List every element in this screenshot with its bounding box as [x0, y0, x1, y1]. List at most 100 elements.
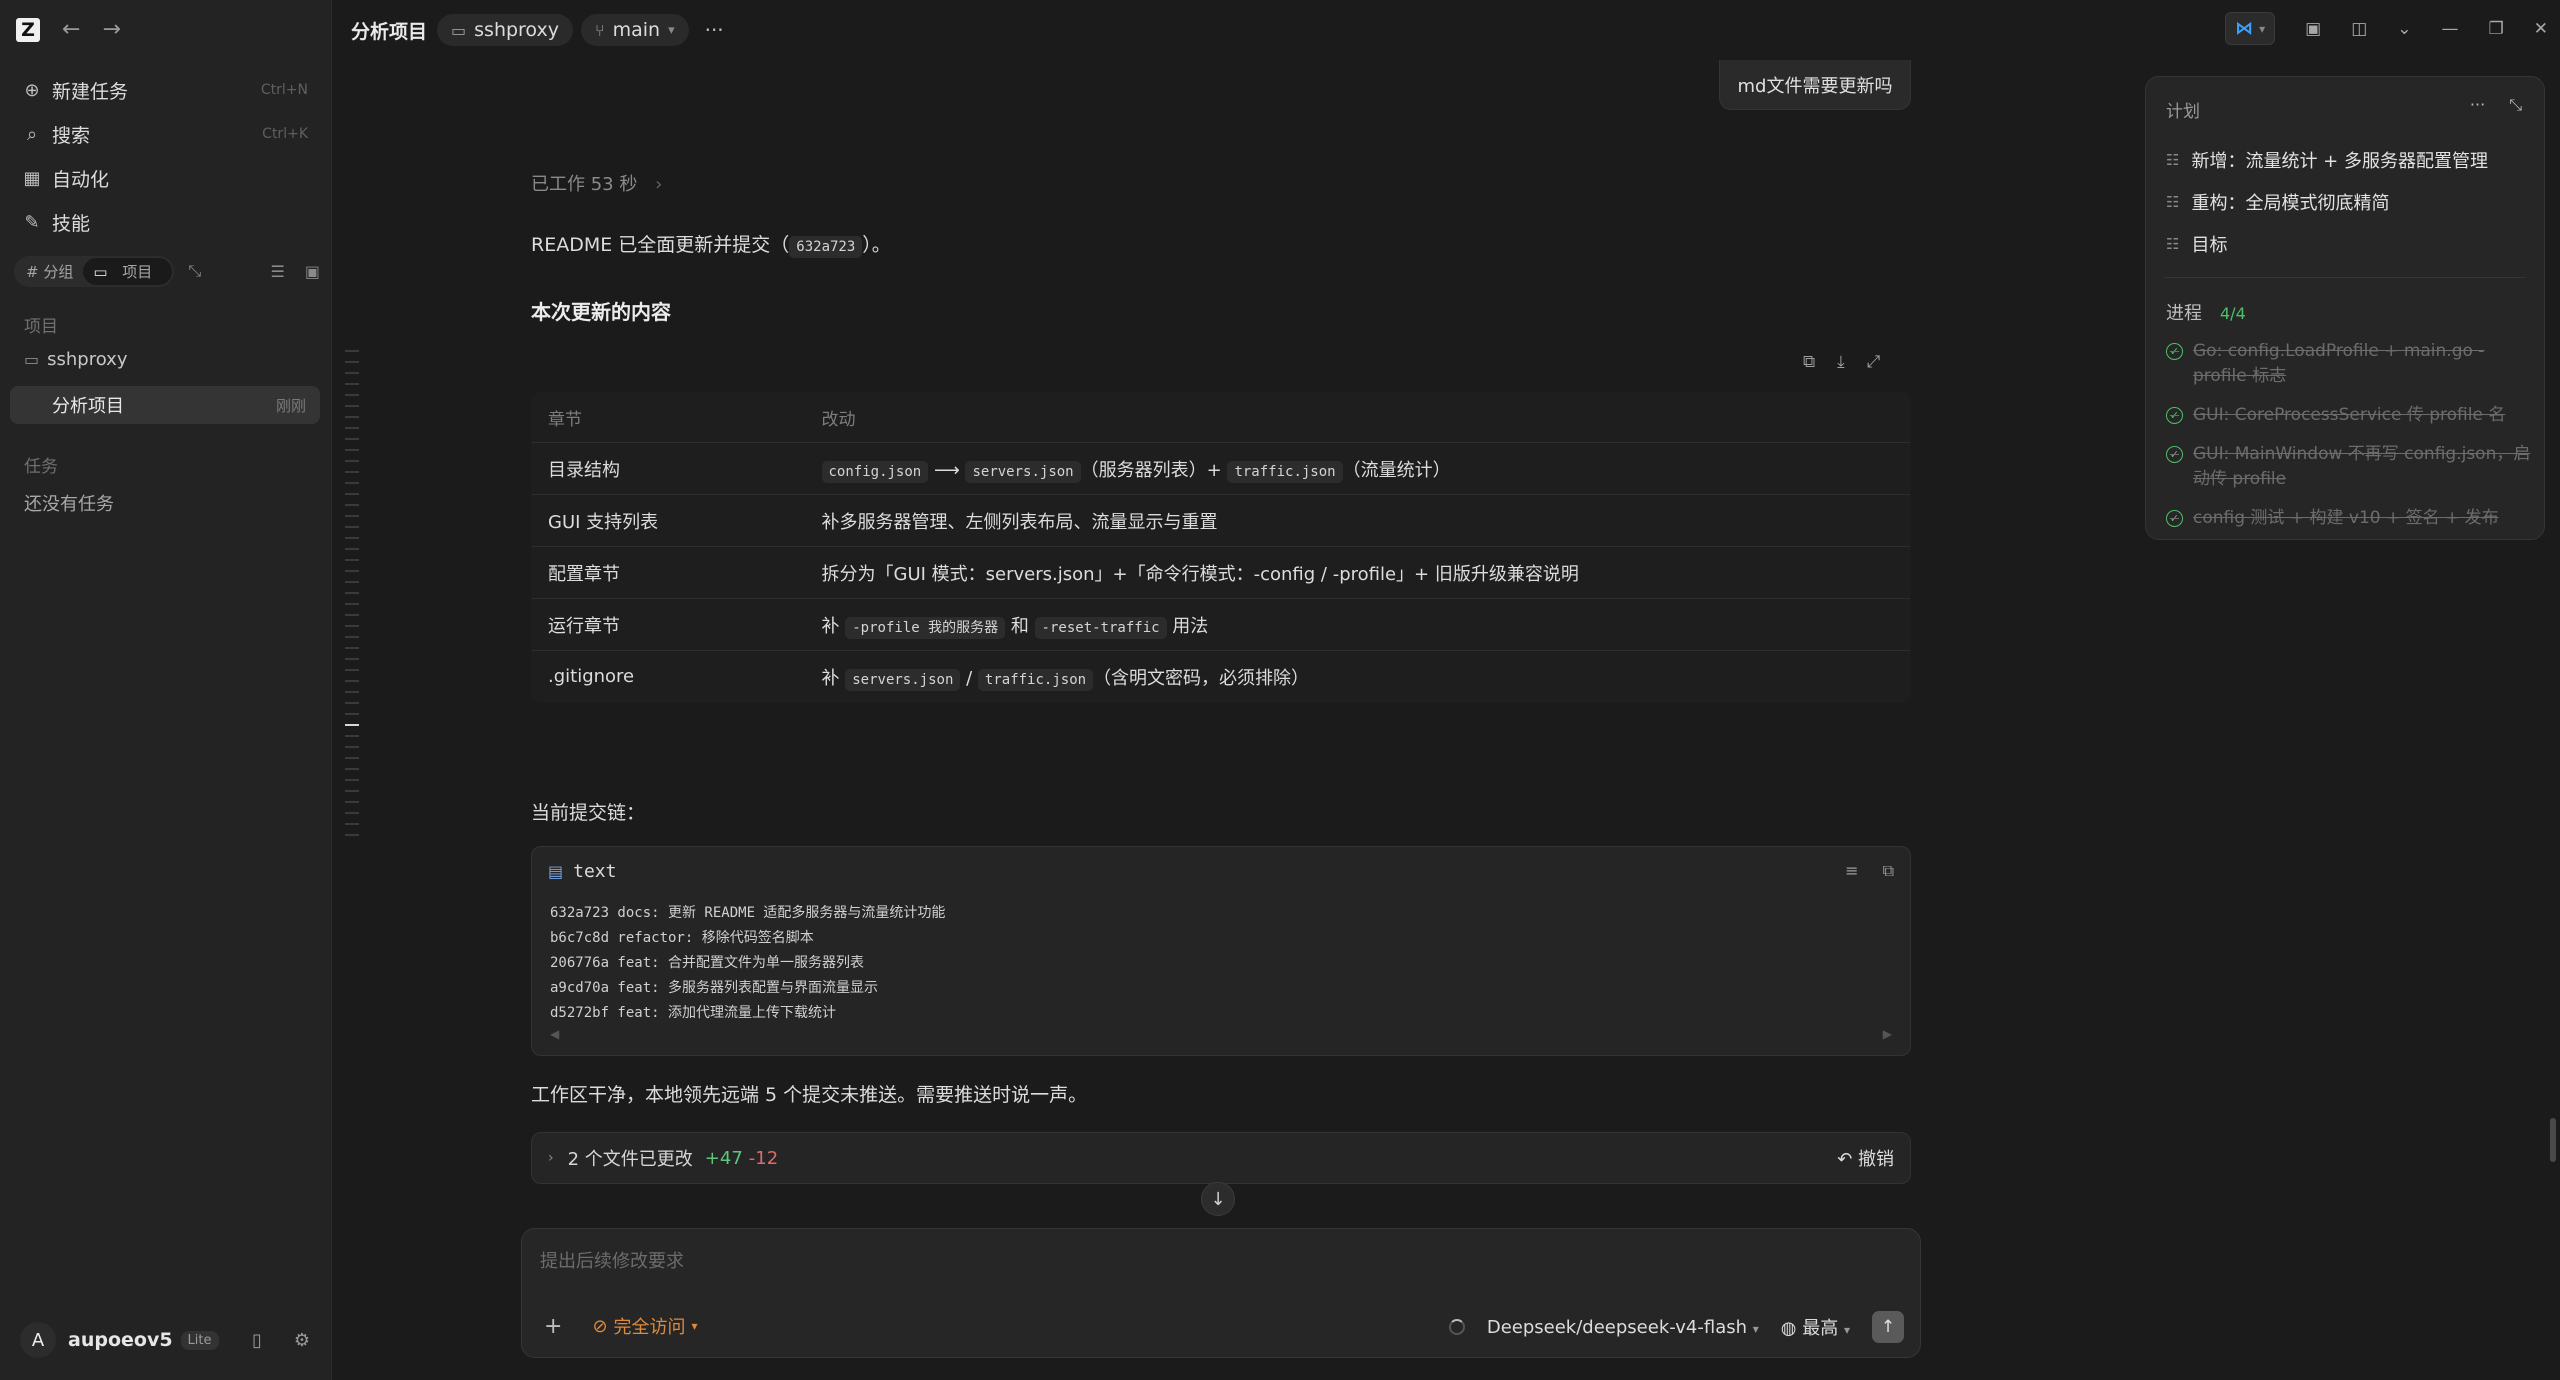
forward-arrow-icon[interactable]: →	[102, 19, 120, 41]
table-row: .gitignore 补 servers.json / traffic.json （…	[532, 650, 1910, 702]
table-row: 目录结构 config.json ⟶ servers.json （服务器列表）+ t…	[532, 442, 1910, 495]
collapse-icon[interactable]: ⤡	[188, 261, 201, 281]
folder-chip[interactable]: ▭ sshproxy	[437, 14, 573, 46]
text-part: 拆分为「GUI 模式：servers.json」+「命令行模式：-config …	[821, 563, 1579, 585]
scroll-left-icon[interactable]: ◀	[550, 1027, 559, 1041]
text-part: （流量统计）	[1342, 459, 1451, 481]
checklist-icon: ☷	[2166, 151, 2180, 169]
table-header-row: 章节 改动	[532, 393, 1910, 443]
composer: 提出后续修改要求 + ⊘ 完全访问 ▾ Deepseek/deepseek-v4…	[521, 1228, 1921, 1358]
access-mode-dropdown[interactable]: ⊘ 完全访问 ▾	[592, 1313, 697, 1339]
vertical-scrollbar[interactable]	[2550, 1118, 2556, 1162]
chevron-down-icon[interactable]: ⌄	[2397, 19, 2411, 39]
scroll-to-bottom-button[interactable]: ↓	[1201, 1182, 1235, 1216]
chevron-right-icon: ›	[548, 1150, 554, 1166]
code-lang: text	[573, 861, 617, 882]
plan-step: ✓ GUI: MainWindow 不再写 config.json，启动传 pro…	[2166, 442, 2534, 492]
time-badge: 刚刚	[275, 396, 306, 415]
chevron-down-icon: ▾	[1843, 1323, 1850, 1337]
plan-item[interactable]: ☷ 重构：全局模式彻底精简	[2166, 181, 2526, 223]
project-item-analysis[interactable]: 分析项目 刚刚	[10, 386, 320, 424]
copy-icon[interactable]: ⧉	[1883, 861, 1894, 881]
effort-selector[interactable]: ◍ 最高 ▾	[1781, 1314, 1850, 1340]
toggle-group[interactable]: # 分组	[16, 258, 83, 285]
phone-icon[interactable]: ▯	[252, 1330, 262, 1351]
lines-removed: -12	[748, 1147, 779, 1169]
menu-automation[interactable]: ▦ 自动化	[10, 156, 320, 200]
changed-files-bar[interactable]: › 2 个文件已更改 +47 -12 ↶ 撤销	[531, 1132, 1911, 1184]
folder-icon: ▭	[451, 20, 467, 40]
table-cell-section: .gitignore	[532, 650, 806, 702]
code-line: b6c7c8d refactor: 移除代码签名脚本	[550, 930, 814, 946]
menu-new-task[interactable]: ⊕ 新建任务 Ctrl+N	[10, 68, 320, 112]
sidebar-top: Z ← →	[16, 18, 121, 42]
inline-code: -reset-traffic	[1034, 616, 1167, 639]
readme-status: README 已全面更新并提交（ 632a723）。	[531, 234, 891, 258]
toggle-project[interactable]: ▭ 项目	[83, 257, 173, 285]
plan-item[interactable]: ☷ 新增：流量统计 + 多服务器配置管理	[2166, 139, 2526, 181]
back-arrow-icon[interactable]: ←	[62, 19, 80, 41]
collapse-icon[interactable]: ⤡	[2509, 95, 2522, 115]
project-item-sshproxy[interactable]: ▭ sshproxy	[10, 340, 320, 378]
more-icon[interactable]: ···	[2470, 95, 2485, 115]
scroll-right-icon[interactable]: ▶	[1883, 1027, 1892, 1041]
restore-icon[interactable]: ❐	[2489, 19, 2504, 39]
split-view-icon[interactable]: ◫	[2351, 19, 2367, 39]
chevron-down-icon: ▾	[691, 1319, 698, 1333]
divider	[2164, 277, 2526, 278]
plan-item[interactable]: ☷ 目标	[2166, 223, 2526, 265]
group-toggle: # 分组 ▭ 项目 ⤡ ☰ ▣	[14, 255, 320, 287]
conversation-minimap[interactable]	[345, 350, 361, 845]
close-icon[interactable]: ✕	[2534, 19, 2548, 39]
download-icon[interactable]: ⤓	[1837, 352, 1845, 372]
wrap-icon[interactable]: ≡	[1845, 861, 1858, 881]
shortcut: Ctrl+N	[260, 82, 308, 98]
gear-icon[interactable]: ⚙	[294, 1330, 310, 1351]
check-circle-icon: ✓	[2166, 510, 2183, 527]
attach-plus-icon[interactable]: +	[544, 1314, 562, 1339]
open-in-editor-button[interactable]: ⋈ ▾	[2225, 12, 2276, 45]
text-part: ⟶	[928, 459, 966, 481]
col-header: 章节	[548, 410, 582, 430]
table-cell-section: 配置章节	[532, 546, 806, 599]
archive-icon[interactable]: ▣	[305, 262, 320, 281]
app-logo: Z	[16, 18, 40, 42]
table-cell-change: 拆分为「GUI 模式：servers.json」+「命令行模式：-config …	[805, 546, 1910, 599]
plan-steps: ✓ Go: config.LoadProfile + main.go -profi…	[2166, 339, 2534, 545]
more-button[interactable]: ···	[705, 18, 724, 42]
code-line: 206776a feat: 合并配置文件为单一服务器列表	[550, 955, 865, 971]
section-heading: 本次更新的内容	[531, 300, 671, 324]
horizontal-scrollbar[interactable]: ◀ ▶	[550, 1027, 1892, 1041]
check-circle-icon: ✓	[2166, 343, 2183, 360]
menu-skills[interactable]: ✎ 技能	[10, 200, 320, 244]
filter-icon[interactable]: ☰	[271, 262, 285, 281]
text-part: （服务器列表）+	[1080, 459, 1228, 481]
model-selector[interactable]: Deepseek/deepseek-v4-flash ▾	[1487, 1317, 1759, 1338]
chevron-down-icon: ▾	[1752, 1321, 1759, 1336]
undo-button[interactable]: ↶ 撤销	[1837, 1145, 1894, 1171]
checklist-icon: ☷	[2166, 235, 2180, 253]
view-segmented: # 分组 ▭ 项目	[14, 255, 175, 287]
copy-icon[interactable]: ⧉	[1803, 352, 1815, 372]
menu-search[interactable]: ⌕ 搜索 Ctrl+K	[10, 112, 320, 156]
table-cell-change: 补多服务器管理、左侧列表布局、流量显示与重置	[805, 494, 1910, 547]
sidebar-menu: ⊕ 新建任务 Ctrl+N ⌕ 搜索 Ctrl+K ▦ 自动化 ✎ 技能	[10, 68, 320, 244]
code-line: a9cd70a feat: 多服务器列表配置与界面流量显示	[550, 980, 879, 996]
text-part: 用法	[1166, 615, 1209, 637]
inline-code: servers.json	[845, 668, 961, 691]
minimize-icon[interactable]: —	[2442, 19, 2459, 39]
avatar[interactable]: A	[20, 1322, 56, 1358]
expand-icon[interactable]: ⤢	[1867, 352, 1881, 372]
file-text-icon: ▤	[548, 862, 564, 881]
worked-duration[interactable]: 已工作 53 秒 ›	[531, 170, 662, 196]
table-row: GUI 支持列表 补多服务器管理、左侧列表布局、流量显示与重置	[532, 494, 1910, 547]
terminal-icon[interactable]: ▣	[2305, 19, 2321, 39]
branch-chip[interactable]: ⑂ main ▾	[580, 14, 689, 46]
table-row: 配置章节 拆分为「GUI 模式：servers.json」+「命令行模式：-con…	[532, 546, 1910, 599]
composer-input[interactable]: 提出后续修改要求	[540, 1247, 684, 1273]
user-name: aupoeov5	[68, 1329, 173, 1351]
commit-chain-label: 当前提交链：	[531, 802, 646, 824]
send-button[interactable]: ↑	[1872, 1311, 1904, 1343]
wand-icon: ✎	[24, 211, 40, 233]
chevron-down-icon: ▾	[668, 22, 675, 38]
